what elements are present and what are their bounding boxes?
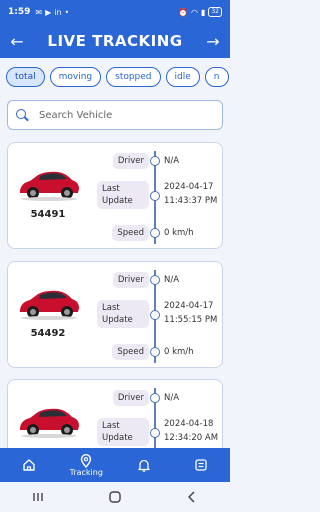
driver-value: N/A bbox=[164, 156, 180, 166]
speed-label: Speed bbox=[112, 225, 149, 241]
driver-label: Driver bbox=[112, 272, 149, 288]
bottom-nav: Tracking bbox=[0, 448, 230, 482]
filter-chip-total[interactable]: total bbox=[6, 67, 45, 87]
last-update-label: Last Update bbox=[97, 418, 149, 446]
driver-row: Driver N/A bbox=[8, 272, 224, 292]
search-icon bbox=[16, 108, 29, 122]
timeline-dot bbox=[150, 428, 160, 438]
home-icon bbox=[23, 459, 35, 471]
speed-value: 0 km/h bbox=[164, 347, 194, 357]
nav-tracking[interactable]: Tracking bbox=[66, 453, 106, 477]
home-button-icon[interactable] bbox=[108, 490, 122, 504]
last-update-row: Last Update 2024-04-17 11:55:15 PM bbox=[8, 300, 224, 332]
nav-home[interactable] bbox=[9, 458, 49, 472]
last-update-date: 2024-04-17 bbox=[164, 301, 214, 311]
search-bar bbox=[7, 100, 223, 130]
timeline-dot bbox=[150, 393, 160, 403]
driver-label: Driver bbox=[112, 153, 149, 169]
nav-tracking-label: Tracking bbox=[69, 467, 103, 477]
filter-chip-moving[interactable]: moving bbox=[49, 67, 102, 87]
timeline-dot bbox=[150, 310, 160, 320]
timeline-dot bbox=[150, 275, 160, 285]
last-update-time: 11:55:15 PM bbox=[164, 315, 218, 325]
arrow-left-icon[interactable]: ← bbox=[8, 32, 26, 51]
speed-label: Speed bbox=[112, 344, 149, 360]
alarm-icon: ⏰ bbox=[178, 7, 188, 17]
youtube-icon: ▶ bbox=[45, 7, 52, 17]
arrow-right-icon[interactable]: → bbox=[204, 32, 222, 51]
vehicle-card[interactable]: 54491 Driver N/A Last Update 2024-04-17 … bbox=[7, 142, 223, 249]
last-update-row: Last Update 2024-04-18 12:34:20 AM bbox=[8, 418, 224, 448]
status-right: ⏰ ◠ ▮ 32 bbox=[178, 7, 222, 17]
wifi-icon: ◠ bbox=[190, 7, 198, 17]
driver-value: N/A bbox=[164, 275, 180, 285]
status-time: 1:59 bbox=[8, 7, 31, 17]
last-update-label: Last Update bbox=[97, 300, 149, 328]
list-icon bbox=[195, 459, 207, 471]
timeline-dot bbox=[150, 347, 160, 357]
last-update-label: Last Update bbox=[97, 181, 149, 209]
speed-row: Speed 0 km/h bbox=[8, 344, 224, 364]
driver-row: Driver N/A bbox=[8, 153, 224, 173]
linkedin-icon: in bbox=[54, 7, 62, 17]
app-header: ← LIVE TRACKING → bbox=[0, 24, 230, 58]
page-title: LIVE TRACKING bbox=[47, 32, 183, 50]
location-pin-icon bbox=[81, 453, 92, 468]
last-update-time: 11:43:37 PM bbox=[164, 196, 218, 206]
vehicle-card[interactable]: Driver N/A Last Update 2024-04-18 12:34:… bbox=[7, 379, 223, 448]
driver-row: Driver N/A bbox=[8, 390, 224, 410]
vehicle-card[interactable]: 54492 Driver N/A Last Update 2024-04-17 … bbox=[7, 261, 223, 368]
last-update-date: 2024-04-18 bbox=[164, 419, 214, 429]
last-update-row: Last Update 2024-04-17 11:43:37 PM bbox=[8, 181, 224, 213]
timeline-dot bbox=[150, 228, 160, 238]
driver-value: N/A bbox=[164, 393, 180, 403]
dot-icon: • bbox=[64, 7, 70, 17]
last-update-time: 12:34:20 AM bbox=[164, 433, 219, 443]
timeline-dot bbox=[150, 156, 160, 166]
signal-icon: ▮ bbox=[200, 7, 206, 17]
battery-icon: 32 bbox=[208, 7, 222, 17]
recent-apps-icon[interactable] bbox=[31, 490, 45, 504]
filter-chip-idle[interactable]: idle bbox=[165, 67, 200, 87]
driver-label: Driver bbox=[112, 390, 149, 406]
speed-row: Speed 0 km/h bbox=[8, 225, 224, 245]
filter-chip-next[interactable]: n bbox=[204, 67, 229, 87]
search-input[interactable] bbox=[39, 109, 199, 121]
mail-icon: ✉ bbox=[35, 7, 43, 17]
status-bar: 1:59 ✉ ▶ in • ⏰ ◠ ▮ 32 bbox=[0, 0, 230, 24]
nav-list[interactable] bbox=[181, 458, 221, 472]
vehicle-list[interactable]: 54491 Driver N/A Last Update 2024-04-17 … bbox=[0, 142, 230, 448]
bell-icon bbox=[138, 459, 150, 472]
back-button-icon[interactable] bbox=[185, 490, 199, 504]
speed-value: 0 km/h bbox=[164, 228, 194, 238]
filter-chip-stopped[interactable]: stopped bbox=[106, 67, 161, 87]
nav-notifications[interactable] bbox=[124, 458, 164, 472]
last-update-date: 2024-04-17 bbox=[164, 182, 214, 192]
system-nav-bar bbox=[0, 482, 230, 512]
filter-chips: total moving stopped idle n bbox=[6, 67, 230, 89]
timeline-dot bbox=[150, 191, 160, 201]
